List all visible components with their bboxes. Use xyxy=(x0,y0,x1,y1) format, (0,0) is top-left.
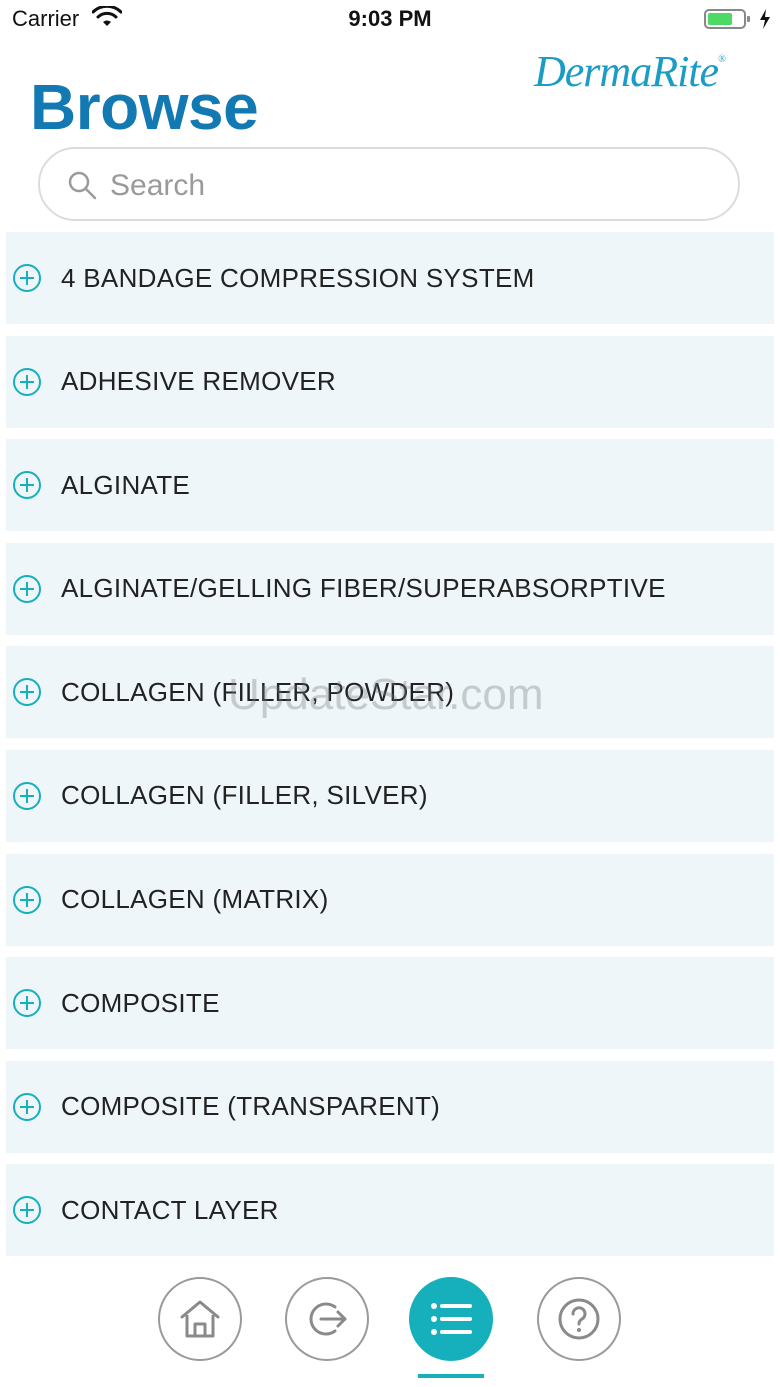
logout-icon xyxy=(309,1302,347,1336)
active-tab-indicator xyxy=(418,1374,484,1378)
category-item[interactable]: ALGINATE xyxy=(6,439,774,532)
expand-plus-icon[interactable] xyxy=(12,1195,42,1225)
expand-plus-icon[interactable] xyxy=(12,574,42,604)
category-item[interactable]: CONTACT LAYER xyxy=(6,1164,774,1257)
category-label: COLLAGEN (FILLER, SILVER) xyxy=(61,780,428,811)
category-item[interactable]: ADHESIVE REMOVER xyxy=(6,335,774,428)
category-label: COLLAGEN (MATRIX) xyxy=(61,884,329,915)
category-item[interactable]: COMPOSITE xyxy=(6,957,774,1050)
page-title: Browse xyxy=(30,71,259,143)
category-label: ALGINATE xyxy=(61,469,191,500)
logo-registered-mark: ® xyxy=(718,54,726,65)
search-input[interactable] xyxy=(108,163,712,209)
dermarite-logo: DermaRite® xyxy=(534,46,726,97)
category-item[interactable]: ALGINATE/GELLING FIBER/SUPERABSORPTIVE xyxy=(6,542,774,635)
logo-text: DermaRite xyxy=(534,47,719,96)
expand-plus-icon[interactable] xyxy=(12,677,42,707)
category-label: 4 BANDAGE COMPRESSION SYSTEM xyxy=(61,262,535,293)
home-icon xyxy=(180,1300,220,1338)
tab-bar xyxy=(0,1262,780,1387)
help-icon xyxy=(558,1298,600,1340)
category-item[interactable]: COLLAGEN (FILLER, SILVER) xyxy=(6,749,774,842)
expand-plus-icon[interactable] xyxy=(12,367,42,397)
category-item[interactable]: COMPOSITE (TRANSPARENT) xyxy=(6,1060,774,1153)
expand-plus-icon[interactable] xyxy=(12,470,42,500)
category-label: ADHESIVE REMOVER xyxy=(61,366,336,397)
tab-browse[interactable] xyxy=(409,1277,493,1361)
status-time: 9:03 PM xyxy=(348,6,432,31)
category-label: COMPOSITE xyxy=(61,987,220,1018)
category-label: COMPOSITE (TRANSPARENT) xyxy=(61,1091,441,1122)
search-bar[interactable] xyxy=(38,147,740,221)
category-list: 4 BANDAGE COMPRESSION SYSTEM ADHESIVE RE… xyxy=(6,232,774,1268)
category-label: ALGINATE/GELLING FIBER/SUPERABSORPTIVE xyxy=(61,573,666,604)
charging-icon xyxy=(758,8,772,35)
tab-help[interactable] xyxy=(537,1277,621,1361)
category-label: CONTACT LAYER xyxy=(61,1194,279,1225)
expand-plus-icon[interactable] xyxy=(12,885,42,915)
battery-icon xyxy=(704,8,752,35)
list-icon xyxy=(431,1303,472,1335)
tab-logout[interactable] xyxy=(285,1277,369,1361)
category-item[interactable]: COLLAGEN (FILLER, POWDER) xyxy=(6,646,774,739)
search-icon xyxy=(66,169,98,206)
expand-plus-icon[interactable] xyxy=(12,1092,42,1122)
tab-home[interactable] xyxy=(158,1277,242,1361)
expand-plus-icon[interactable] xyxy=(12,781,42,811)
category-item[interactable]: COLLAGEN (MATRIX) xyxy=(6,853,774,946)
category-label: COLLAGEN (FILLER, POWDER) xyxy=(61,676,455,707)
status-bar: Carrier 9:03 PM xyxy=(0,0,780,40)
expand-plus-icon[interactable] xyxy=(12,988,42,1018)
category-item[interactable]: 4 BANDAGE COMPRESSION SYSTEM xyxy=(6,232,774,324)
expand-plus-icon[interactable] xyxy=(12,263,42,293)
